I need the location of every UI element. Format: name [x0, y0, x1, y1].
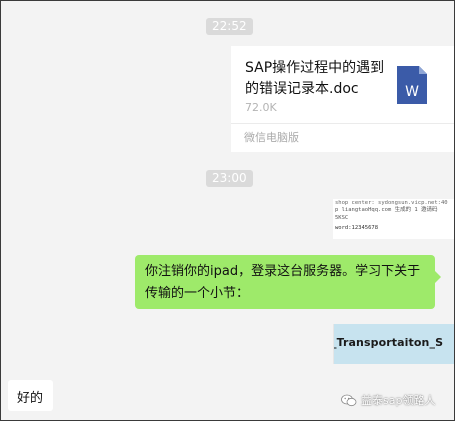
received-message-bubble[interactable]: 好的: [8, 380, 53, 411]
watermark-text: 益泰sap领路人: [361, 394, 436, 407]
word-icon-letter: W: [405, 84, 419, 100]
sent-message-text: 你注销你的ipad，登录这台服务器。学习下关于传输的一个小节：: [145, 264, 421, 301]
bubble-tail: [435, 271, 441, 283]
wechat-icon: [341, 394, 357, 406]
sent-message-bubble[interactable]: 你注销你的ipad，登录这台服务器。学习下关于传输的一个小节：: [135, 255, 441, 309]
screenshot-text-line: 5KSC: [335, 215, 349, 221]
screenshot-text-line: p liangtaoHqq.com 生成的 1 邀请码: [335, 207, 438, 213]
file-message-card[interactable]: SAP操作过程中的遇到的错误记录本.doc 72.0K W 微信电脑版: [231, 46, 454, 152]
file-name: SAP操作过程中的遇到的错误记录本.doc: [245, 60, 385, 97]
screenshot-image-message[interactable]: shop center: sydongsun.vicp.net:40 p lia…: [333, 199, 454, 239]
received-message-text: 好的: [17, 391, 44, 406]
file-size: 72.0K: [245, 101, 277, 114]
watermark: 益泰sap领路人: [341, 392, 435, 408]
file-source: 微信电脑版: [244, 131, 299, 144]
word-doc-icon: W: [397, 66, 427, 104]
divider: [231, 123, 454, 124]
timestamp: 22:52: [206, 18, 253, 35]
image-message[interactable]: _Transportaiton_S: [333, 324, 454, 364]
timestamp: 23:00: [206, 170, 253, 187]
image-message-text: _Transportaiton_S: [333, 336, 444, 349]
chat-window: 22:52 SAP操作过程中的遇到的错误记录本.doc 72.0K W 微信电脑…: [0, 0, 455, 421]
screenshot-text-line: word:12345678: [335, 225, 379, 231]
